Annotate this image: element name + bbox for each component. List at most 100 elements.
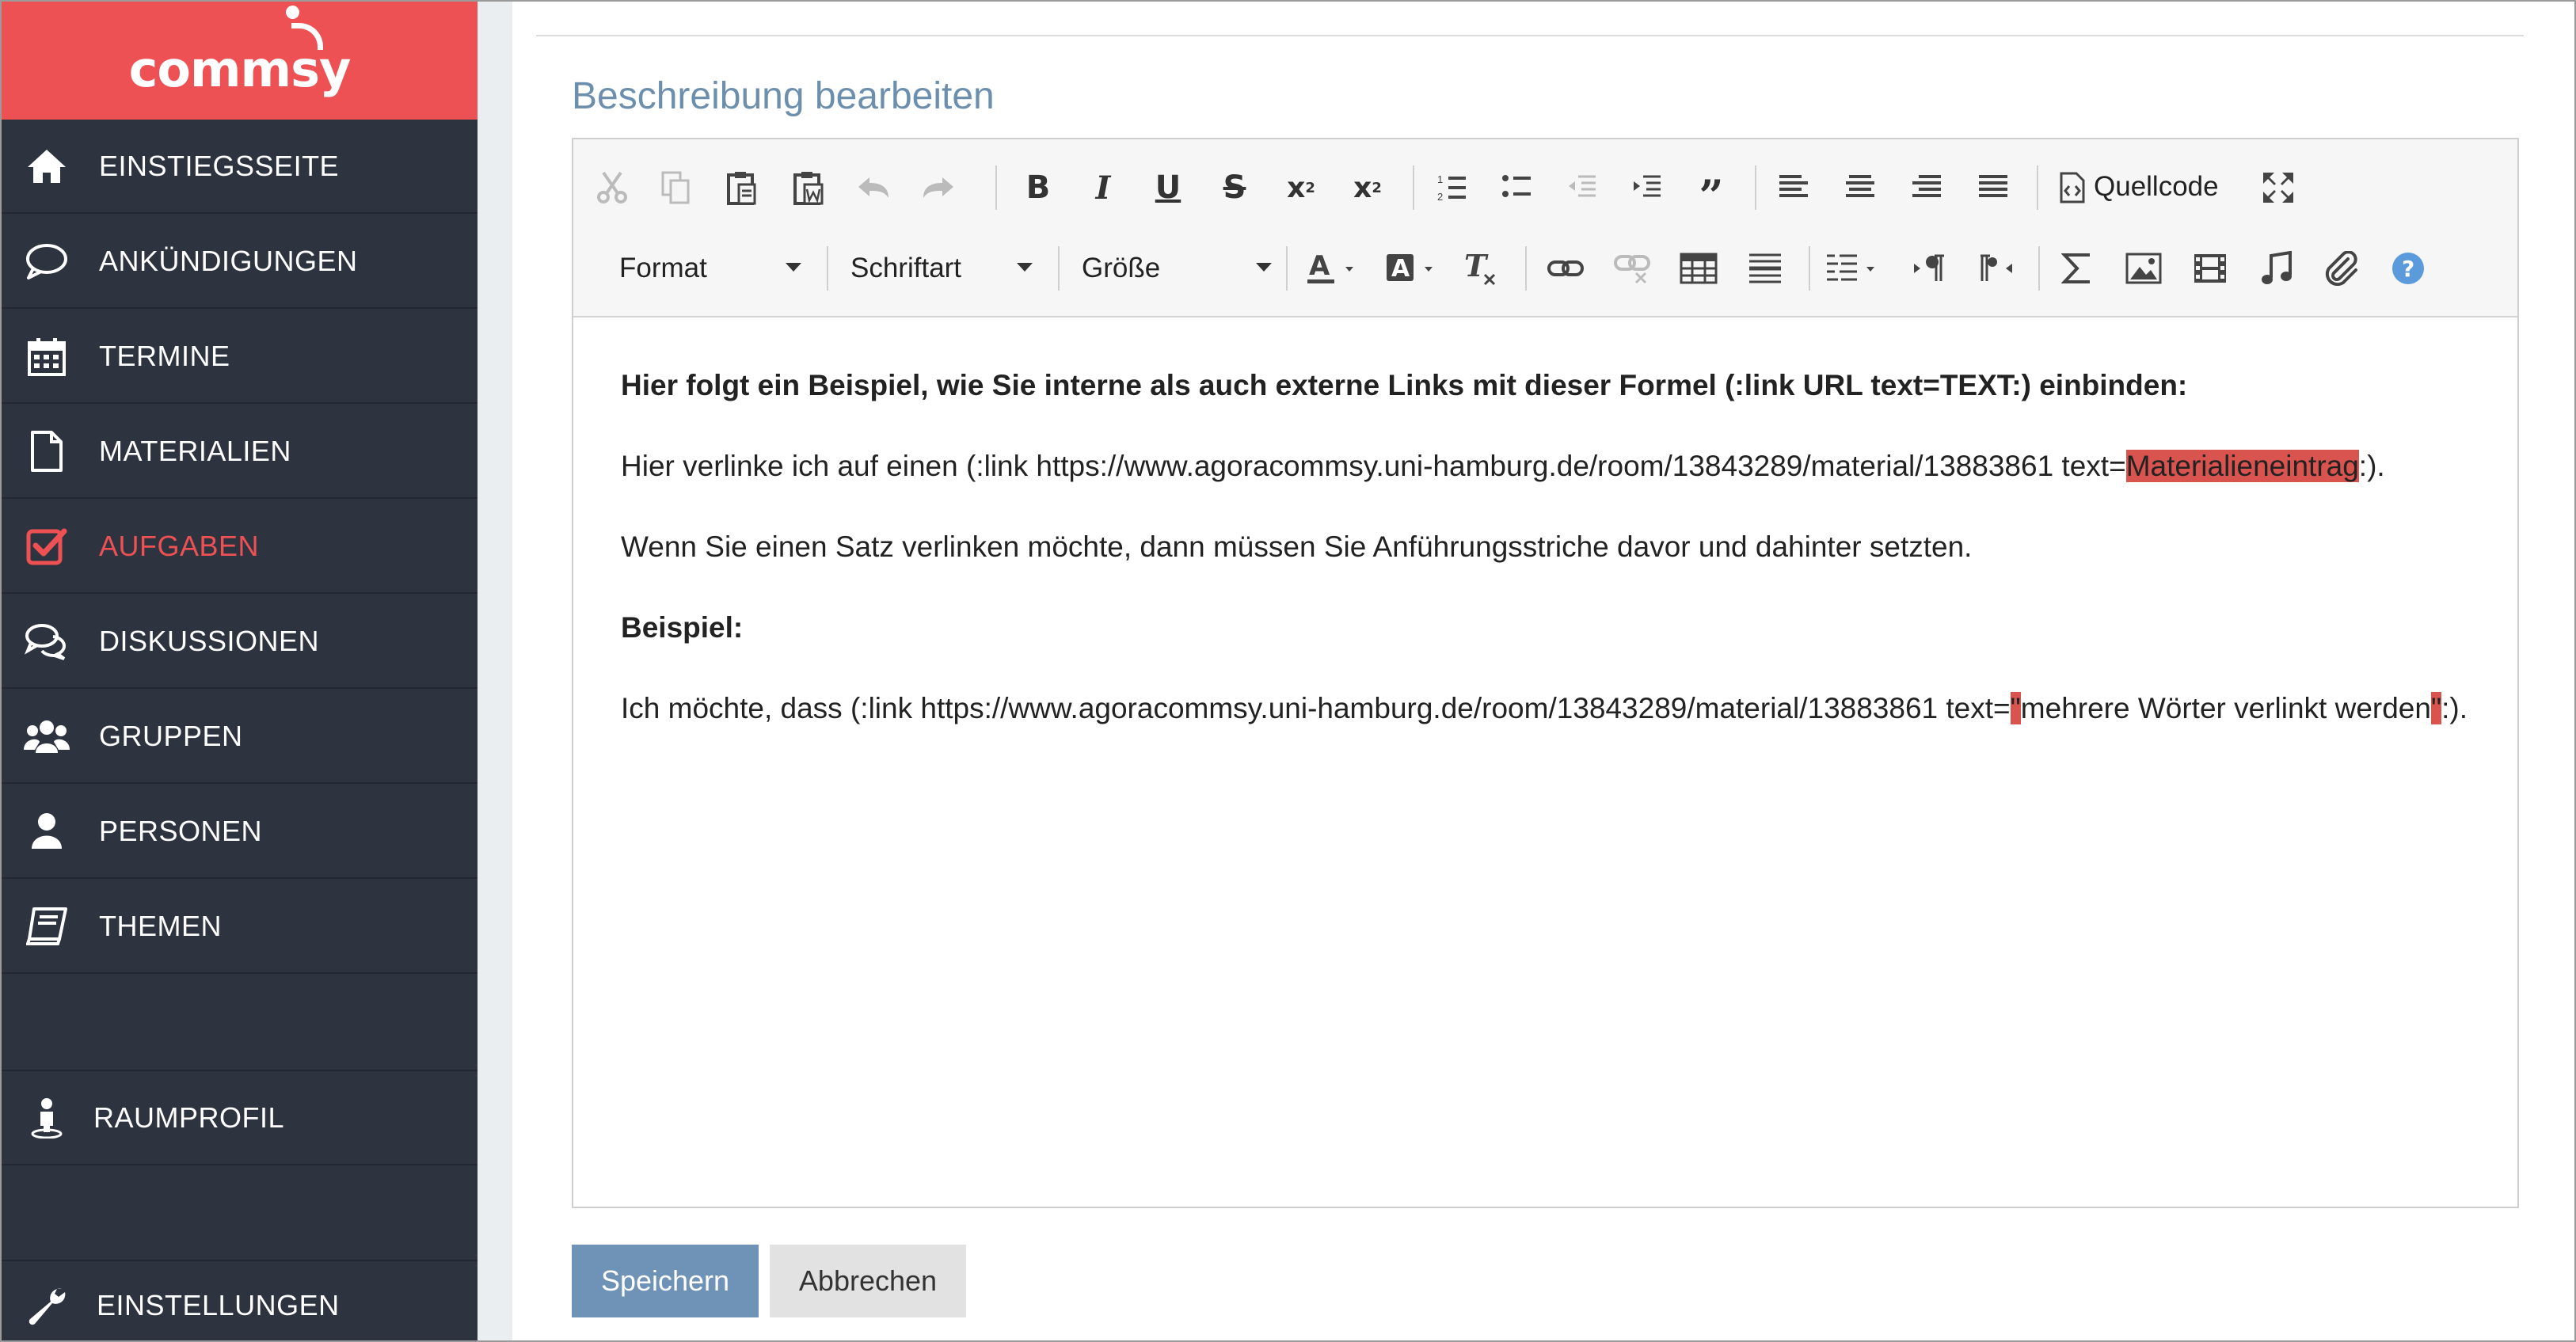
sidebar-item-label: EINSTELLUNGEN xyxy=(97,1289,340,1321)
italic-icon[interactable]: I xyxy=(1077,162,1129,214)
image-icon[interactable] xyxy=(2117,242,2170,295)
sidebar-item-raumprofil[interactable]: RAUMPROFIL xyxy=(2,1071,478,1165)
redo-icon[interactable] xyxy=(912,162,965,214)
maximize-icon[interactable] xyxy=(2252,162,2304,214)
rtl-direction-icon[interactable] xyxy=(1970,242,2022,295)
subscript-icon[interactable]: x2 xyxy=(1275,162,1327,214)
source-code-button-label[interactable]: Quellcode xyxy=(2094,171,2219,203)
size-dropdown-label: Größe xyxy=(1082,253,1161,283)
sidebar-item-termine[interactable]: TERMINE xyxy=(2,310,478,404)
align-right-icon[interactable] xyxy=(1901,162,1953,214)
chevron-down-icon xyxy=(786,263,801,272)
justify-icon[interactable] xyxy=(1967,162,2019,214)
sidebar-gutter xyxy=(478,2,512,1340)
help-icon[interactable]: ? xyxy=(2382,242,2434,295)
numbered-list-icon[interactable]: 12 xyxy=(1425,162,1478,214)
logo-bar[interactable]: commsy xyxy=(2,2,478,120)
main-content: Beschreibung bearbeiten B I U S x 2 x 2 … xyxy=(512,2,2574,1340)
align-left-icon[interactable] xyxy=(1767,162,1820,214)
copy-icon[interactable] xyxy=(649,162,702,214)
save-button[interactable]: Speichern xyxy=(572,1245,759,1317)
toolbar-separator xyxy=(2037,165,2038,210)
toolbar-separator xyxy=(2038,246,2040,291)
svg-text:A: A xyxy=(1391,255,1410,283)
paste-word-icon[interactable] xyxy=(782,162,835,214)
svg-text:A: A xyxy=(1309,251,1330,282)
sidebar-item-label: PERSONEN xyxy=(99,814,263,847)
text-span: :). xyxy=(2358,450,2385,482)
format-dropdown-label: Format xyxy=(619,253,707,283)
paragraph-styles-icon[interactable] xyxy=(1820,242,1891,295)
sidebar-item-gruppen[interactable]: GRUPPEN xyxy=(2,690,478,784)
sidebar-item-einstellungen[interactable]: EINSTELLUNGEN xyxy=(2,1261,478,1340)
underline-icon[interactable]: U xyxy=(1142,162,1194,214)
align-center-icon[interactable] xyxy=(1834,162,1886,214)
outdent-icon[interactable] xyxy=(1555,162,1608,214)
link-icon[interactable] xyxy=(1539,242,1592,295)
svg-text:2: 2 xyxy=(1437,191,1443,203)
sidebar-item-themen[interactable]: THEMEN xyxy=(2,880,478,974)
sidebar-item-diskussionen[interactable]: DISKUSSIONEN xyxy=(2,595,478,689)
toolbar-separator xyxy=(1809,246,1810,291)
video-icon[interactable] xyxy=(2184,242,2236,295)
sidebar-item-ankuendigungen[interactable]: ANKÜNDIGUNGEN xyxy=(2,215,478,309)
svg-text:?: ? xyxy=(2402,256,2414,282)
source-code-icon[interactable] xyxy=(2046,162,2098,214)
home-icon xyxy=(24,143,70,189)
highlighted-quote: " xyxy=(2010,692,2021,724)
size-dropdown[interactable]: Größe xyxy=(1082,242,1272,295)
cancel-button[interactable]: Abbrechen xyxy=(770,1245,966,1317)
sidebar-item-personen[interactable]: PERSONEN xyxy=(2,785,478,879)
toolbar-separator xyxy=(995,165,997,210)
attachment-icon[interactable] xyxy=(2315,242,2368,295)
audio-icon[interactable] xyxy=(2251,242,2303,295)
chevron-down-icon xyxy=(1017,263,1033,272)
sidebar-item-einstiegsseite[interactable]: EINSTIEGSSEITE xyxy=(2,120,478,214)
editor-toolbar: B I U S x2 x2 12 ” Quellcode Format Schr… xyxy=(573,139,2517,317)
highlighted-text: Materialieneintrag xyxy=(2125,450,2359,482)
font-dropdown-label: Schriftart xyxy=(850,253,962,283)
checkbox-icon xyxy=(24,523,70,569)
background-color-icon[interactable]: A xyxy=(1381,242,1452,295)
calendar-icon xyxy=(24,333,70,379)
sidebar-item-label: EINSTIEGSSEITE xyxy=(99,149,340,182)
strikethrough-icon[interactable]: S xyxy=(1208,162,1261,214)
editor-content[interactable]: Hier folgt ein Beispiel, wie Sie interne… xyxy=(621,361,2474,765)
sidebar-item-materialien[interactable]: MATERIALIEN xyxy=(2,405,478,499)
paragraph-example-heading: Beispiel: xyxy=(621,611,744,644)
paste-icon[interactable] xyxy=(716,162,768,214)
indent-icon[interactable] xyxy=(1620,162,1672,214)
text-color-icon[interactable]: A xyxy=(1302,242,1373,295)
commsy-logo: commsy xyxy=(129,6,351,98)
table-icon[interactable] xyxy=(1672,242,1725,295)
formula-icon[interactable] xyxy=(2051,242,2103,295)
chevron-down-icon xyxy=(1256,263,1272,272)
font-dropdown[interactable]: Schriftart xyxy=(850,242,1033,295)
horizontal-line-icon[interactable] xyxy=(1739,242,1791,295)
remove-format-icon[interactable]: T xyxy=(1454,242,1506,295)
page-title: Beschreibung bearbeiten xyxy=(572,75,995,117)
unlink-icon[interactable] xyxy=(1606,242,1658,295)
ltr-direction-icon[interactable] xyxy=(1904,242,1956,295)
text-span: Ich möchte, dass (:link https://www.agor… xyxy=(621,692,2011,724)
sidebar-item-label: DISKUSSIONEN xyxy=(99,624,320,657)
toolbar-separator xyxy=(1525,246,1527,291)
toolbar-separator xyxy=(1286,246,1288,291)
rich-text-editor[interactable]: B I U S x2 x2 12 ” Quellcode Format Schr… xyxy=(572,138,2519,1208)
toolbar-separator xyxy=(827,246,828,291)
superscript-icon[interactable]: x2 xyxy=(1341,162,1394,214)
format-dropdown[interactable]: Format xyxy=(619,242,801,295)
undo-icon[interactable] xyxy=(847,162,900,214)
cut-icon[interactable] xyxy=(586,162,638,214)
text-span: Hier verlinke ich auf einen (:link https… xyxy=(621,450,2126,482)
sidebar-item-aufgaben[interactable]: AUFGABEN xyxy=(2,500,478,594)
toolbar-separator xyxy=(1413,165,1414,210)
blockquote-icon[interactable]: ” xyxy=(1685,162,1737,217)
bullet-list-icon[interactable] xyxy=(1490,162,1543,214)
room-profile-icon xyxy=(24,1095,70,1141)
sidebar-item-label: THEMEN xyxy=(99,909,222,942)
person-icon xyxy=(24,808,70,854)
book-icon xyxy=(24,903,70,949)
app-window: commsy EINSTIEGSSEITE ANKÜNDIGUNGEN TERM… xyxy=(0,0,2576,1342)
bold-icon[interactable]: B xyxy=(1012,162,1064,214)
